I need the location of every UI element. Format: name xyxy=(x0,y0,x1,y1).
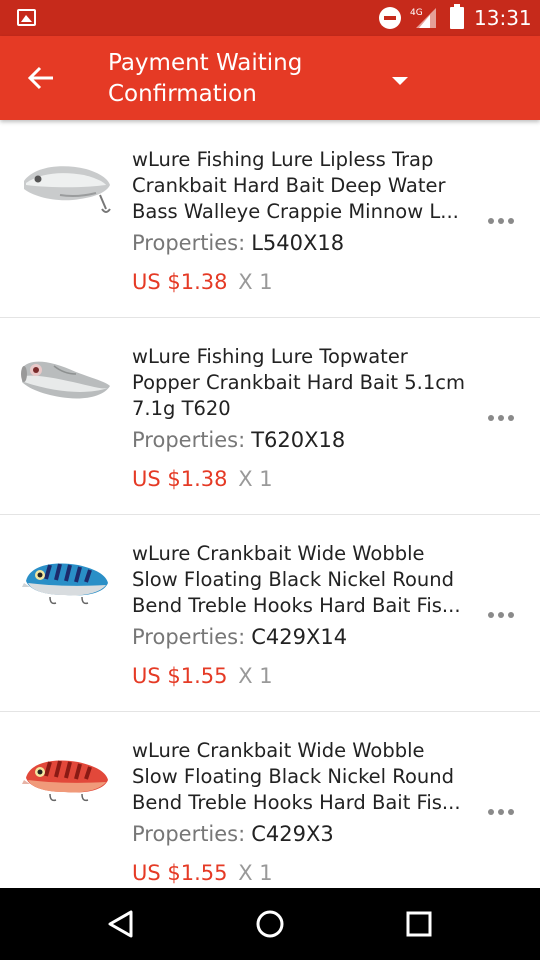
more-horizontal-icon xyxy=(488,218,494,224)
caret-down-icon xyxy=(392,77,408,85)
price-row: US $1.55 X 1 xyxy=(132,859,273,887)
more-dot xyxy=(498,809,504,815)
more-options-button[interactable] xyxy=(484,207,518,235)
nav-back-button[interactable] xyxy=(90,902,150,946)
product-title[interactable]: wLure Fishing Lure Lipless Trap Crankbai… xyxy=(132,147,470,225)
product-title-line: Bend Treble Hooks Hard Bait Fis... xyxy=(132,594,461,617)
product-title-line: Slow Floating Black Nickel Round xyxy=(132,765,454,788)
page-title-line-1: Payment Waiting xyxy=(108,50,303,76)
product-title-line: Slow Floating Black Nickel Round xyxy=(132,568,454,591)
properties-value: C429X14 xyxy=(251,625,348,649)
system-navigation-bar xyxy=(0,888,540,960)
lipless-lure-image xyxy=(20,149,112,221)
product-quantity: X 1 xyxy=(238,270,273,294)
more-options-button[interactable] xyxy=(484,404,518,432)
product-price: US $1.38 xyxy=(132,467,228,491)
product-title-line: Popper Crankbait Hard Bait 5.1cm xyxy=(132,371,465,394)
product-title-line: wLure Crankbait Wide Wobble xyxy=(132,739,425,762)
product-thumbnail[interactable] xyxy=(20,740,112,812)
properties-label: Properties: xyxy=(132,822,246,846)
product-thumbnail[interactable] xyxy=(20,149,112,221)
cellular-signal-icon: 4G xyxy=(410,6,438,30)
order-list[interactable]: wLure Fishing Lure Lipless Trap Crankbai… xyxy=(0,121,540,888)
more-dot xyxy=(508,218,514,224)
order-item[interactable]: wLure Crankbait Wide Wobble Slow Floatin… xyxy=(0,712,540,888)
product-title-line: wLure Fishing Lure Lipless Trap xyxy=(132,148,434,171)
red-crankbait-image xyxy=(20,740,112,812)
properties-label: Properties: xyxy=(132,625,246,649)
product-properties: Properties: T620X18 xyxy=(132,426,345,454)
product-title-line: wLure Fishing Lure Topwater xyxy=(132,345,408,368)
more-dot xyxy=(498,612,504,618)
product-properties: Properties: L540X18 xyxy=(132,229,344,257)
product-title-line: wLure Crankbait Wide Wobble xyxy=(132,542,425,565)
more-dot xyxy=(508,809,514,815)
product-quantity: X 1 xyxy=(238,664,273,688)
product-title[interactable]: wLure Crankbait Wide Wobble Slow Floatin… xyxy=(132,738,470,816)
status-bar: 4G 13:31 xyxy=(0,0,540,36)
do-not-disturb-icon xyxy=(379,7,401,29)
product-properties: Properties: C429X14 xyxy=(132,623,347,651)
page-title-line-2: Confirmation xyxy=(108,81,257,107)
more-options-button[interactable] xyxy=(484,798,518,826)
product-thumbnail[interactable] xyxy=(20,543,112,615)
app-bar: Payment Waiting Confirmation xyxy=(0,36,540,120)
product-properties: Properties: C429X3 xyxy=(132,820,334,848)
properties-value: C429X3 xyxy=(251,822,334,846)
order-item[interactable]: wLure Fishing Lure Lipless Trap Crankbai… xyxy=(0,121,540,318)
square-recents-icon xyxy=(406,911,432,937)
price-row: US $1.55 X 1 xyxy=(132,662,273,690)
order-item[interactable]: wLure Crankbait Wide Wobble Slow Floatin… xyxy=(0,515,540,712)
price-row: US $1.38 X 1 xyxy=(132,268,273,296)
more-horizontal-icon xyxy=(488,612,494,618)
properties-value: L540X18 xyxy=(251,231,345,255)
status-time: 13:31 xyxy=(474,6,532,30)
status-filter-dropdown[interactable] xyxy=(380,62,420,98)
order-item[interactable]: wLure Fishing Lure Topwater Popper Crank… xyxy=(0,318,540,515)
price-row: US $1.38 X 1 xyxy=(132,465,273,493)
gallery-notification-icon xyxy=(17,9,36,26)
properties-label: Properties: xyxy=(132,428,246,452)
more-dot xyxy=(508,612,514,618)
product-title-line: Crankbait Hard Bait Deep Water xyxy=(132,174,446,197)
properties-label: Properties: xyxy=(132,231,246,255)
network-type-label: 4G xyxy=(410,8,423,18)
nav-recents-button[interactable] xyxy=(390,902,450,946)
more-options-button[interactable] xyxy=(484,601,518,629)
circle-home-icon xyxy=(256,910,284,938)
more-dot xyxy=(498,218,504,224)
more-dot xyxy=(498,415,504,421)
product-title-line: 7.1g T620 xyxy=(132,397,231,420)
blue-crankbait-image xyxy=(20,543,112,615)
back-button[interactable] xyxy=(20,58,64,98)
product-quantity: X 1 xyxy=(238,861,273,885)
triangle-back-icon xyxy=(108,910,133,938)
product-title-line: Bass Walleye Crappie Minnow L... xyxy=(132,200,459,223)
product-thumbnail[interactable] xyxy=(20,346,112,418)
nav-home-button[interactable] xyxy=(240,902,300,946)
more-horizontal-icon xyxy=(488,415,494,421)
page-title: Payment Waiting Confirmation xyxy=(108,48,368,110)
properties-value: T620X18 xyxy=(251,428,346,452)
product-title-line: Bend Treble Hooks Hard Bait Fis... xyxy=(132,791,461,814)
product-price: US $1.38 xyxy=(132,270,228,294)
product-title[interactable]: wLure Fishing Lure Topwater Popper Crank… xyxy=(132,344,470,422)
more-horizontal-icon xyxy=(488,809,494,815)
product-price: US $1.55 xyxy=(132,664,228,688)
popper-lure-image xyxy=(20,346,112,418)
product-price: US $1.55 xyxy=(132,861,228,885)
battery-icon xyxy=(450,4,464,29)
more-dot xyxy=(508,415,514,421)
product-title[interactable]: wLure Crankbait Wide Wobble Slow Floatin… xyxy=(132,541,470,619)
arrow-left-icon xyxy=(27,66,53,90)
product-quantity: X 1 xyxy=(238,467,273,491)
